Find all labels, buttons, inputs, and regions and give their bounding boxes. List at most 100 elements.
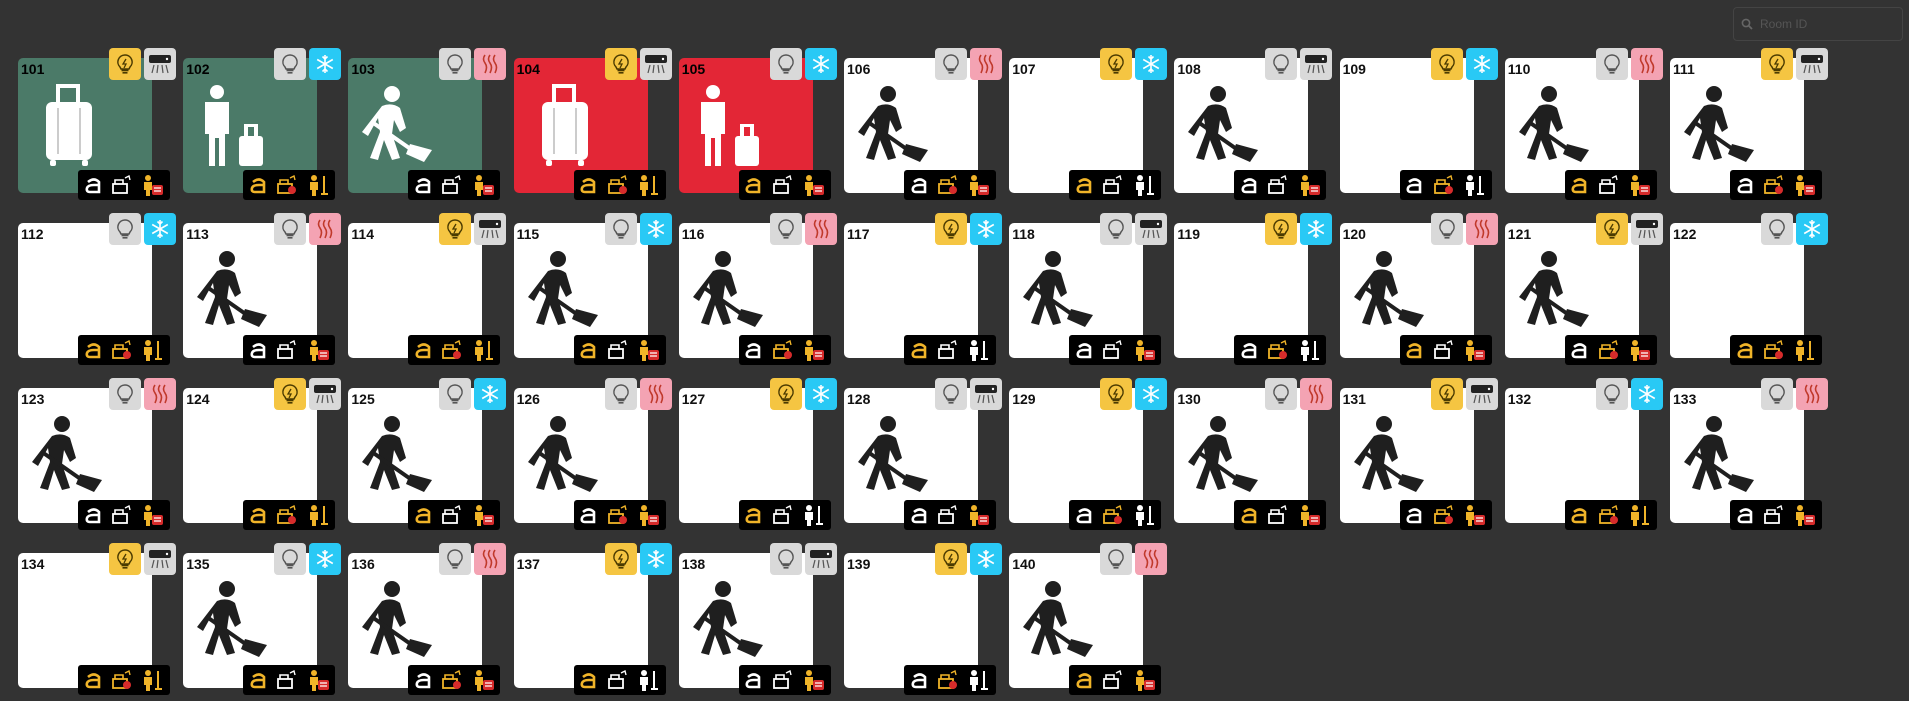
light-on-icon[interactable] <box>1761 48 1793 80</box>
room-tile-125[interactable]: 125 <box>330 330 507 530</box>
light-on-icon[interactable] <box>769 378 802 410</box>
room-tile-127[interactable]: 127 <box>661 330 837 530</box>
room-tile-114[interactable]: 114 <box>330 165 507 365</box>
light-on-icon[interactable] <box>604 543 637 575</box>
room-tile-123[interactable]: 123 <box>0 330 176 530</box>
amenity-a-icon <box>910 670 930 690</box>
room-tile-128[interactable]: 128 <box>826 330 1002 530</box>
light-off-icon[interactable] <box>439 378 472 410</box>
room-tile-130[interactable]: 130 <box>1156 330 1333 530</box>
room-tile-105[interactable]: 105 <box>661 0 837 200</box>
room-tile-108[interactable]: 108 <box>1156 0 1333 200</box>
cleaning-icon <box>197 579 271 663</box>
amenity-a-icon <box>744 670 764 690</box>
room-number: 127 <box>681 391 706 407</box>
light-on-icon[interactable] <box>1100 48 1133 80</box>
room-tile-118[interactable]: 118 <box>991 165 1168 365</box>
room-tile-135[interactable]: 135 <box>165 495 342 695</box>
room-number: 114 <box>351 226 374 242</box>
light-off-icon[interactable] <box>1761 213 1793 245</box>
room-tile-106[interactable]: 106 <box>826 0 1002 200</box>
room-tile-101[interactable]: 101 <box>0 0 176 200</box>
room-tile-134[interactable]: 134 <box>0 495 176 695</box>
room-tile-111[interactable]: 111 <box>1652 0 1828 200</box>
room-tile-115[interactable]: 115 <box>496 165 672 365</box>
light-off-icon[interactable] <box>1265 48 1298 80</box>
light-off-icon[interactable] <box>935 48 967 80</box>
room-tile-104[interactable]: 104 <box>496 0 672 200</box>
amenity-a-icon <box>579 670 599 690</box>
room-tile-117[interactable]: 117 <box>826 165 1002 365</box>
cleaning-icon <box>1023 579 1097 663</box>
room-tile-137[interactable]: 137 <box>496 495 672 695</box>
light-on-icon[interactable] <box>1430 48 1463 80</box>
room-tile-121[interactable]: 121 <box>1487 165 1663 365</box>
room-tile-112[interactable]: 112 <box>0 165 176 365</box>
light-off-icon[interactable] <box>935 378 967 410</box>
snowflake-icon[interactable] <box>1796 213 1828 245</box>
light-off-icon[interactable] <box>439 543 472 575</box>
light-off-icon[interactable] <box>1100 543 1133 575</box>
light-off-icon[interactable] <box>109 378 141 410</box>
room-number: 105 <box>681 61 706 77</box>
room-tile-139[interactable]: 139 <box>826 495 1002 695</box>
light-off-icon[interactable] <box>1595 378 1628 410</box>
staff-service-icon <box>140 504 164 526</box>
light-off-icon[interactable] <box>109 213 141 245</box>
light-on-icon[interactable] <box>1595 213 1628 245</box>
light-off-icon[interactable] <box>1100 213 1133 245</box>
light-off-icon[interactable] <box>1595 48 1628 80</box>
light-off-icon[interactable] <box>604 378 637 410</box>
light-off-icon[interactable] <box>769 543 802 575</box>
cleaning-icon <box>1684 414 1758 498</box>
light-on-icon[interactable] <box>935 213 967 245</box>
room-tile-131[interactable]: 131 <box>1322 330 1498 530</box>
light-on-icon[interactable] <box>1265 213 1298 245</box>
light-off-icon[interactable] <box>769 48 802 80</box>
room-tile-110[interactable]: 110 <box>1487 0 1663 200</box>
room-tile-133[interactable]: 133 <box>1652 330 1828 530</box>
room-tile-103[interactable]: 103 <box>330 0 507 200</box>
room-tile-113[interactable]: 113 <box>165 165 342 365</box>
light-on-icon[interactable] <box>604 48 637 80</box>
room-tile-124[interactable]: 124 <box>165 330 342 530</box>
light-off-icon[interactable] <box>1430 213 1463 245</box>
light-off-icon[interactable] <box>274 213 307 245</box>
room-tile-132[interactable]: 132 <box>1487 330 1663 530</box>
room-tile-119[interactable]: 119 <box>1156 165 1333 365</box>
room-tile-122[interactable]: 122 <box>1652 165 1828 365</box>
heater-icon[interactable] <box>1796 378 1828 410</box>
room-tile-116[interactable]: 116 <box>661 165 837 365</box>
light-off-icon[interactable] <box>604 213 637 245</box>
light-off-icon[interactable] <box>1265 378 1298 410</box>
room-tile-120[interactable]: 120 <box>1322 165 1498 365</box>
light-on-icon[interactable] <box>109 543 141 575</box>
light-off-icon[interactable] <box>769 213 802 245</box>
light-on-icon[interactable] <box>935 543 967 575</box>
light-off-icon[interactable] <box>274 48 307 80</box>
room-tile-140[interactable]: 140 <box>991 495 1168 695</box>
room-tile-136[interactable]: 136 <box>330 495 507 695</box>
light-off-icon[interactable] <box>274 543 307 575</box>
light-on-icon[interactable] <box>274 378 307 410</box>
room-tile-107[interactable]: 107 <box>991 0 1168 200</box>
light-on-icon[interactable] <box>109 48 141 80</box>
room-status-bar <box>738 665 831 695</box>
room-tile-138[interactable]: 138 <box>661 495 837 695</box>
light-off-icon[interactable] <box>439 48 472 80</box>
room-tile-102[interactable]: 102 <box>165 0 342 200</box>
staff-service-icon <box>1132 669 1156 691</box>
light-on-icon[interactable] <box>439 213 472 245</box>
cleaning-icon <box>1188 84 1262 168</box>
light-on-icon[interactable] <box>1430 378 1463 410</box>
air-conditioner-icon[interactable] <box>1796 48 1828 80</box>
room-tile-126[interactable]: 126 <box>496 330 672 530</box>
heater-icon[interactable] <box>1135 543 1168 575</box>
cleaning-icon <box>1023 249 1097 333</box>
light-on-icon[interactable] <box>1100 378 1133 410</box>
room-tile-109[interactable]: 109 <box>1322 0 1498 200</box>
light-off-icon[interactable] <box>1761 378 1793 410</box>
room-number: 121 <box>1507 226 1532 242</box>
room-tile-129[interactable]: 129 <box>991 330 1168 530</box>
room-number: 140 <box>1012 556 1036 572</box>
